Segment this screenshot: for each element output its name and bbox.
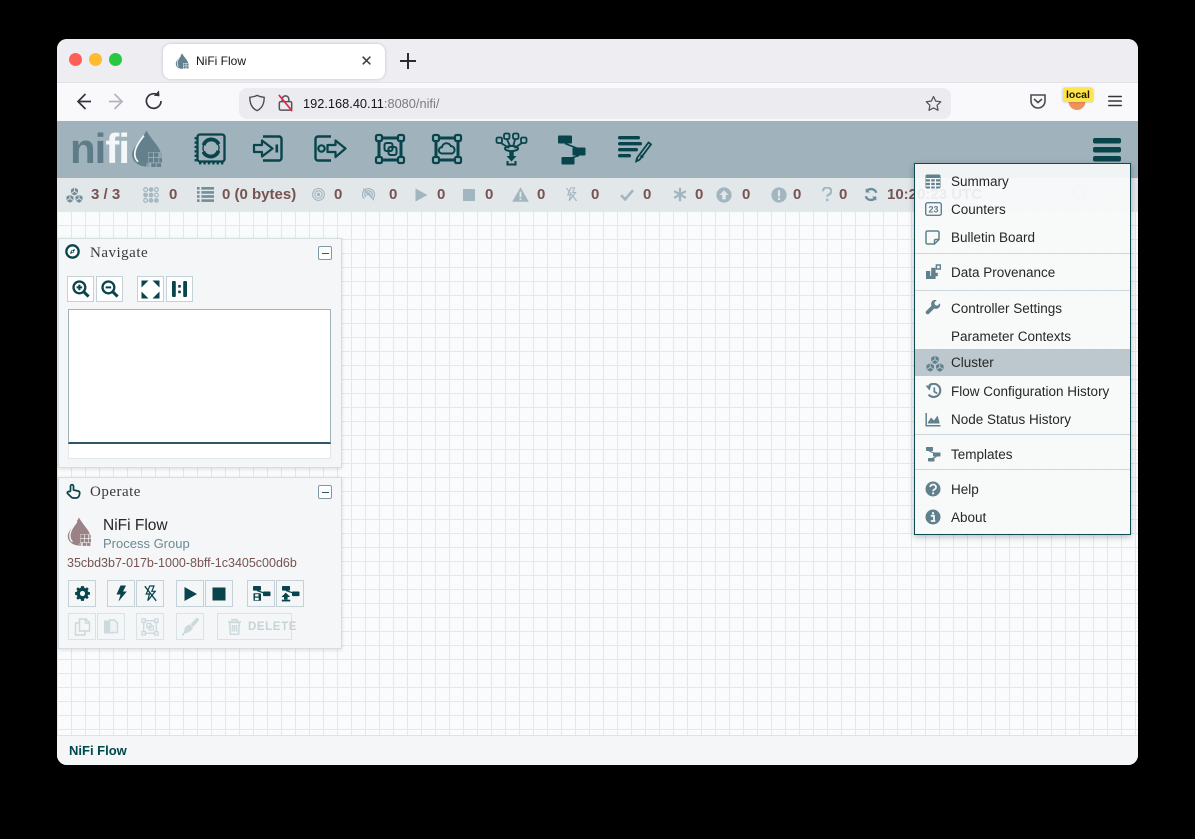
svg-text:23: 23 <box>928 204 938 214</box>
